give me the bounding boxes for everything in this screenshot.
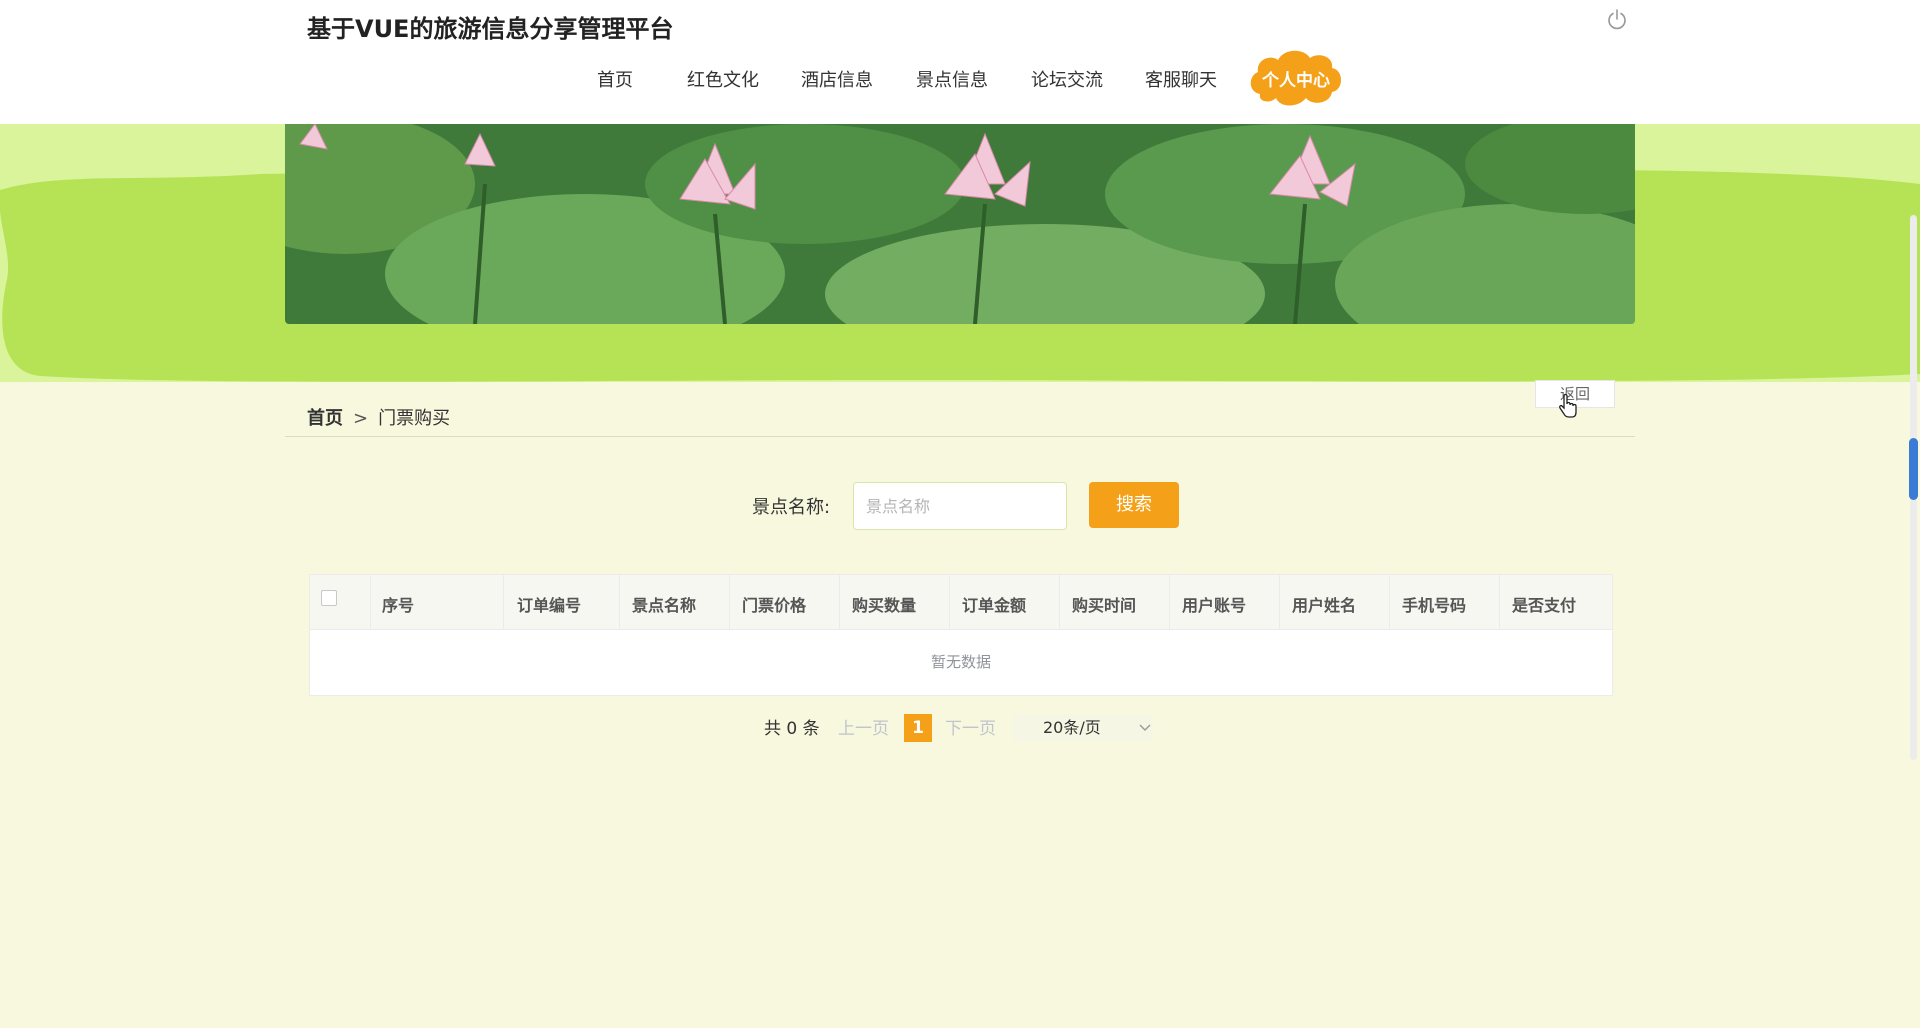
empty-state: 暂无数据 [930, 653, 991, 671]
nav-home[interactable]: 首页 [597, 66, 633, 92]
table-header: 序号 订单编号 景点名称 门票价格 购买数量 订单金额 购买时间 用户账号 用户… [310, 575, 1612, 630]
pagination: 共 0 条 上一页 1 下一页 20条/页 [0, 712, 1920, 744]
breadcrumb: 首页 > 门票购买 [307, 404, 450, 430]
breadcrumb-divider [285, 436, 1635, 437]
chevron-down-icon [1139, 724, 1151, 731]
col-phone: 手机号码 [1402, 596, 1467, 615]
pagination-prev[interactable]: 上一页 [838, 714, 889, 739]
main-nav: 首页 红色文化 酒店信息 景点信息 论坛交流 客服聊天 [0, 60, 1920, 96]
col-quantity: 购买数量 [852, 596, 917, 615]
scenic-name-search-input[interactable] [853, 482, 1067, 530]
lotus-banner-image [285, 124, 1635, 324]
col-order-amount: 订单金额 [962, 596, 1027, 615]
nav-scenic-info[interactable]: 景点信息 [916, 66, 988, 92]
breadcrumb-home[interactable]: 首页 [307, 408, 343, 429]
header: 基于VUE的旅游信息分享管理平台 首页 红色文化 酒店信息 景点信息 论坛交流 … [0, 0, 1920, 124]
col-ticket-price: 门票价格 [742, 596, 807, 615]
power-icon[interactable] [1605, 8, 1629, 32]
pagination-next[interactable]: 下一页 [945, 714, 996, 739]
breadcrumb-separator: > [353, 408, 369, 429]
col-order-no: 订单编号 [517, 596, 582, 615]
nav-personal-center[interactable]: 个人中心 [1246, 46, 1346, 110]
search-button[interactable]: 搜索 [1089, 482, 1179, 528]
pagination-total: 共 0 条 [764, 719, 820, 739]
orders-table: 序号 订单编号 景点名称 门票价格 购买数量 订单金额 购买时间 用户账号 用户… [309, 574, 1613, 696]
nav-hotel-info[interactable]: 酒店信息 [801, 66, 873, 92]
pagination-page-1[interactable]: 1 [904, 714, 932, 742]
col-user-account: 用户账号 [1182, 596, 1247, 615]
banner [0, 124, 1920, 382]
page-size-value: 20条/页 [1043, 718, 1101, 737]
col-scenic-name: 景点名称 [632, 596, 697, 615]
nav-red-culture[interactable]: 红色文化 [687, 66, 759, 92]
col-user-name: 用户姓名 [1292, 596, 1357, 615]
page-scrollbar-thumb[interactable] [1909, 438, 1918, 500]
site-title: 基于VUE的旅游信息分享管理平台 [307, 15, 674, 43]
nav-service-chat[interactable]: 客服聊天 [1145, 66, 1217, 92]
search-label: 景点名称: [752, 497, 831, 518]
nav-forum[interactable]: 论坛交流 [1031, 66, 1103, 92]
select-all-checkbox[interactable] [321, 590, 337, 606]
col-is-paid: 是否支付 [1512, 596, 1577, 615]
col-purchase-time: 购买时间 [1072, 596, 1137, 615]
col-index: 序号 [382, 596, 415, 615]
cursor-icon [1559, 394, 1577, 418]
page-size-select[interactable]: 20条/页 [1013, 714, 1153, 742]
breadcrumb-current: 门票购买 [378, 408, 451, 429]
